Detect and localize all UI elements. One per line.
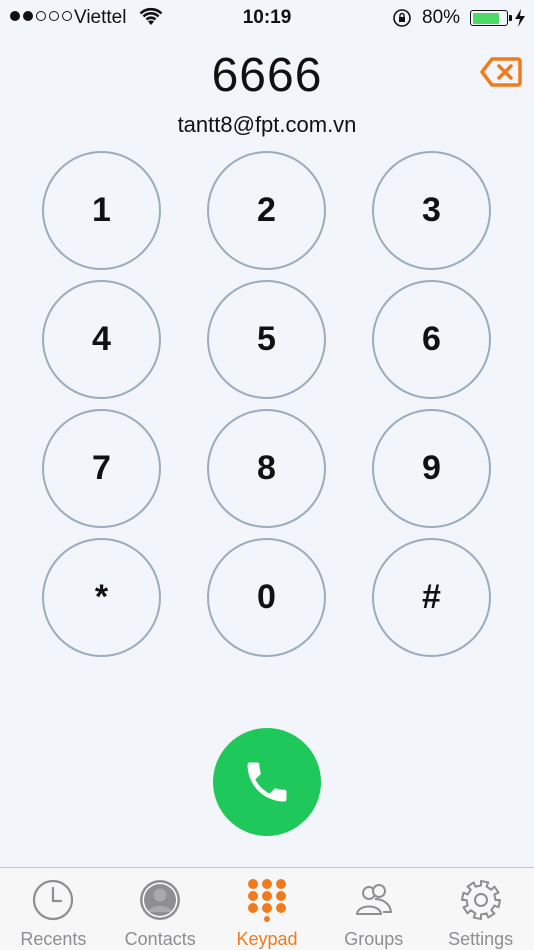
keypad-grid-icon [247, 879, 286, 922]
person-icon [140, 880, 181, 920]
key-4[interactable]: 4 [42, 280, 161, 399]
group-icon [355, 884, 392, 915]
tab-recents[interactable]: Recents [0, 868, 107, 950]
tab-bar: Recents Contacts Keypad Groups Settings [0, 867, 534, 950]
key-star[interactable]: * [42, 538, 161, 657]
gear-icon [460, 880, 501, 920]
phone-icon [247, 762, 287, 802]
tab-groups[interactable]: Groups [320, 868, 427, 950]
key-hash[interactable]: # [372, 538, 491, 657]
tab-label: Contacts [124, 929, 196, 949]
tab-label: Recents [20, 929, 87, 949]
call-button[interactable] [213, 728, 321, 836]
clock-icon [33, 879, 74, 921]
key-5[interactable]: 5 [207, 280, 326, 399]
key-1[interactable]: 1 [42, 151, 161, 270]
key-7[interactable]: 7 [42, 409, 161, 528]
key-3[interactable]: 3 [372, 151, 491, 270]
tab-label: Keypad [236, 929, 298, 949]
key-8[interactable]: 8 [207, 409, 326, 528]
key-9[interactable]: 9 [372, 409, 491, 528]
tab-keypad[interactable]: Keypad [214, 868, 321, 950]
key-6[interactable]: 6 [372, 280, 491, 399]
tab-label: Settings [448, 929, 514, 949]
tab-settings[interactable]: Settings [427, 868, 534, 950]
tab-contacts[interactable]: Contacts [107, 868, 214, 950]
key-0[interactable]: 0 [207, 538, 326, 657]
keypad: 1 2 3 4 5 6 7 8 9 * 0 # [0, 0, 534, 700]
tab-label: Groups [344, 929, 404, 949]
key-2[interactable]: 2 [207, 151, 326, 270]
